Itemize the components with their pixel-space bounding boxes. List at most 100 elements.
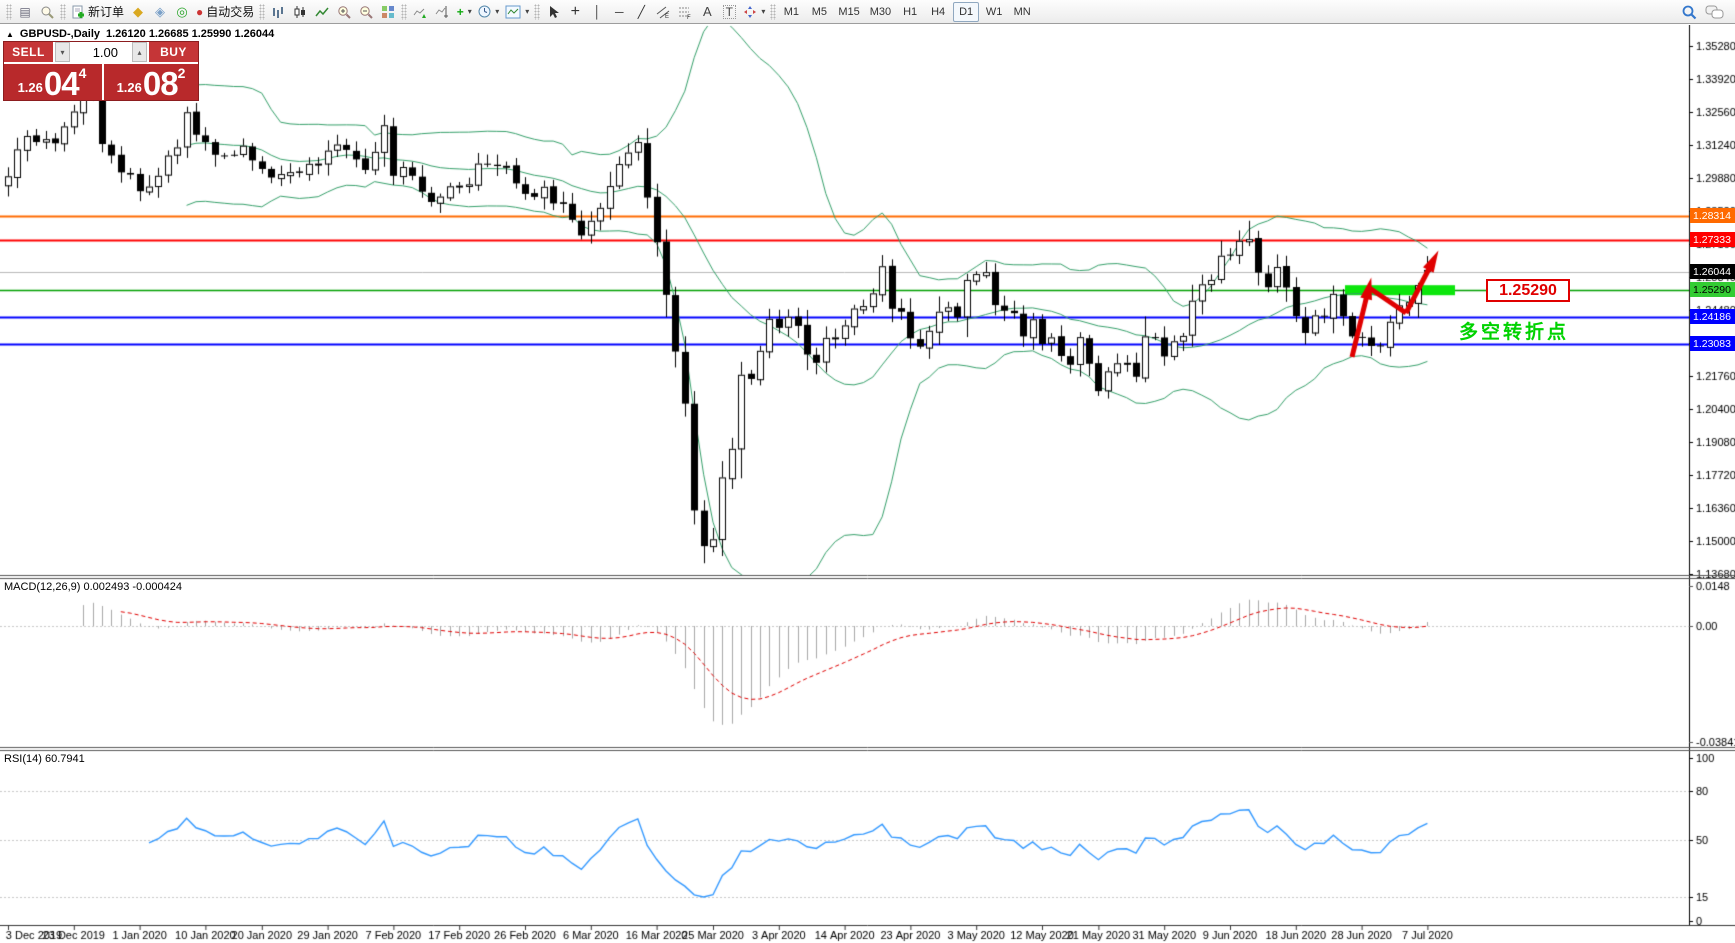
toolbar-grip <box>259 4 265 20</box>
fibonacci-icon: F <box>678 5 692 19</box>
volume-input[interactable]: 1.00 <box>70 42 132 62</box>
channel-icon: E <box>656 5 670 19</box>
new-order-icon <box>71 5 85 19</box>
timeframe-button-H4[interactable]: H4 <box>925 2 951 22</box>
cursor-icon <box>547 5 560 19</box>
macd-indicator-label: MACD(12,26,9) 0.002493 -0.000424 <box>4 581 182 593</box>
toolbar: ▤ 新订单 ◆ ◈ ◎ ● 自动交易 <box>0 0 1735 24</box>
timeframe-button-H1[interactable]: H1 <box>897 2 923 22</box>
autotrading-label: 自动交易 <box>206 3 254 20</box>
sell-price-point: 4 <box>79 65 87 81</box>
toolbar-right-icons <box>1681 4 1731 20</box>
search-icon[interactable] <box>1681 4 1697 20</box>
timeframe-button-D1[interactable]: D1 <box>953 2 979 22</box>
buy-button[interactable]: BUY <box>147 42 198 62</box>
add-indicator-icon: + <box>457 6 464 18</box>
toolbar-grip <box>60 4 66 20</box>
dropdown-arrow-icon: ▾ <box>525 7 529 16</box>
sell-price-button[interactable]: 1.26 04 4 <box>4 64 100 100</box>
chart-shift-button[interactable] <box>431 2 453 22</box>
chart-area: ▲ GBPUSD-,Daily 1.26120 1.26685 1.25990 … <box>0 25 1735 943</box>
terminal-button[interactable]: ▤ <box>14 2 36 22</box>
autotrading-icon: ● <box>196 6 203 18</box>
strategy-tester-button[interactable] <box>36 2 58 22</box>
candlestick-icon <box>293 5 307 19</box>
timeframe-toolbar: M1M5M15M30H1H4D1W1MN <box>778 2 1035 22</box>
cursor-tool-button[interactable] <box>542 2 564 22</box>
sell-price-integer: 1.26 <box>18 80 43 95</box>
timeframe-button-M15[interactable]: M15 <box>834 2 863 22</box>
turning-point-annotation[interactable]: 多空转折点 <box>1459 317 1569 344</box>
text-tool-button[interactable]: A <box>696 2 718 22</box>
sell-price-pips: 04 <box>44 69 79 98</box>
tile-windows-button[interactable] <box>377 2 399 22</box>
vertical-line-icon: │ <box>594 6 602 18</box>
arrows-tool-icon <box>743 5 757 19</box>
chart-shift-icon <box>435 5 449 19</box>
fibonacci-tool-button[interactable]: F <box>674 2 696 22</box>
crosshair-icon: + <box>571 4 580 20</box>
zoom-out-icon <box>359 5 373 19</box>
dropdown-arrow-icon: ▾ <box>468 7 472 16</box>
navigator-button[interactable]: ◈ <box>149 2 171 22</box>
bar-chart-icon <box>271 5 285 19</box>
volume-control: ▾ 1.00 ▴ <box>55 42 147 62</box>
symbol-period-label: GBPUSD-,Daily <box>20 28 100 40</box>
timeframe-button-M30[interactable]: M30 <box>866 2 895 22</box>
arrows-tool-button[interactable]: ▾ <box>740 2 768 22</box>
tile-windows-icon <box>381 5 395 19</box>
chat-icon[interactable] <box>1705 4 1725 20</box>
horizontal-line-icon: ─ <box>615 6 624 18</box>
metaeditor-icon: ◆ <box>133 5 143 18</box>
templates-button[interactable]: ▾ <box>502 2 532 22</box>
zoom-out-button[interactable] <box>355 2 377 22</box>
buy-price-button[interactable]: 1.26 08 2 <box>102 64 198 100</box>
horizontal-line-tool-button[interactable]: ─ <box>608 2 630 22</box>
price-annotation-box[interactable]: 1.25290 <box>1486 279 1570 302</box>
navigator-icon: ◈ <box>155 5 165 18</box>
price-level-label: 1.23083 <box>1690 336 1735 351</box>
toolbar-grip <box>534 4 540 20</box>
price-chart-canvas[interactable] <box>0 25 1735 943</box>
timeframe-button-MN[interactable]: MN <box>1009 2 1035 22</box>
periods-button[interactable]: ▾ <box>475 2 502 22</box>
signals-button[interactable]: ◎ <box>171 2 193 22</box>
line-chart-icon <box>315 5 329 19</box>
timeframe-button-M5[interactable]: M5 <box>806 2 832 22</box>
toolbar-grip <box>401 4 407 20</box>
zoom-in-button[interactable] <box>333 2 355 22</box>
vertical-line-tool-button[interactable]: │ <box>586 2 608 22</box>
autotrading-button[interactable]: ● 自动交易 <box>193 2 257 22</box>
text-label-tool-button[interactable]: T <box>718 2 740 22</box>
bar-chart-mode-button[interactable] <box>267 2 289 22</box>
collapse-panel-icon[interactable]: ▲ <box>6 30 14 39</box>
channel-tool-button[interactable]: E <box>652 2 674 22</box>
toolbar-grip <box>6 4 12 20</box>
one-click-trading-panel: SELL ▾ 1.00 ▴ BUY 1.26 04 4 1.26 08 2 <box>3 41 199 101</box>
price-level-label: 1.25290 <box>1690 282 1735 297</box>
sell-button[interactable]: SELL <box>4 42 55 62</box>
terminal-icon: ▤ <box>19 6 30 18</box>
ohlc-readout: 1.26120 1.26685 1.25990 1.26044 <box>106 28 274 40</box>
text-label-icon: T <box>723 5 736 19</box>
buy-price-point: 2 <box>178 65 186 81</box>
rsi-indicator-label: RSI(14) 60.7941 <box>4 753 85 765</box>
new-order-button[interactable]: 新订单 <box>68 2 127 22</box>
line-chart-mode-button[interactable] <box>311 2 333 22</box>
add-indicator-button[interactable]: +▾ <box>453 2 475 22</box>
volume-increase-button[interactable]: ▴ <box>132 42 147 62</box>
volume-decrease-button[interactable]: ▾ <box>55 42 70 62</box>
tester-magnifier-icon <box>40 5 54 19</box>
crosshair-tool-button[interactable]: + <box>564 2 586 22</box>
timeframe-button-M1[interactable]: M1 <box>778 2 804 22</box>
metaeditor-button[interactable]: ◆ <box>127 2 149 22</box>
signals-icon: ◎ <box>176 5 187 18</box>
price-level-label: 1.27333 <box>1690 232 1735 247</box>
dropdown-arrow-icon: ▾ <box>495 7 499 16</box>
price-level-label: 1.28314 <box>1690 208 1735 223</box>
mt4-window: ▤ 新订单 ◆ ◈ ◎ ● 自动交易 <box>0 0 1735 943</box>
candlestick-mode-button[interactable] <box>289 2 311 22</box>
timeframe-button-W1[interactable]: W1 <box>981 2 1007 22</box>
trendline-tool-button[interactable]: ╱ <box>630 2 652 22</box>
auto-scroll-button[interactable] <box>409 2 431 22</box>
